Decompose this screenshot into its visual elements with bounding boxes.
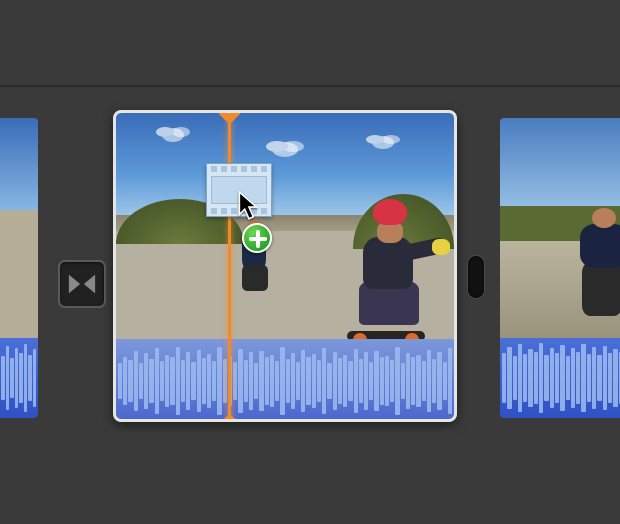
timeline-track[interactable] bbox=[0, 110, 620, 420]
plus-badge-icon bbox=[242, 223, 272, 253]
timeline-gap[interactable] bbox=[468, 256, 484, 298]
timeline-clip[interactable] bbox=[0, 118, 38, 418]
timeline-clip-selected[interactable] bbox=[113, 110, 457, 422]
clip-audio-waveform bbox=[116, 339, 454, 422]
clip-video-thumbnail bbox=[116, 113, 454, 339]
panel-divider bbox=[0, 85, 620, 87]
insert-playhead[interactable] bbox=[228, 111, 231, 422]
clip-audio-waveform bbox=[0, 338, 38, 418]
clip-audio-waveform bbox=[500, 338, 620, 418]
timeline-clip[interactable] bbox=[500, 118, 620, 418]
transition-well[interactable] bbox=[58, 260, 106, 308]
clip-video-thumbnail bbox=[0, 118, 38, 338]
pointer-cursor-icon bbox=[238, 191, 260, 221]
cross-dissolve-icon bbox=[67, 269, 97, 299]
clip-video-thumbnail bbox=[500, 118, 620, 338]
